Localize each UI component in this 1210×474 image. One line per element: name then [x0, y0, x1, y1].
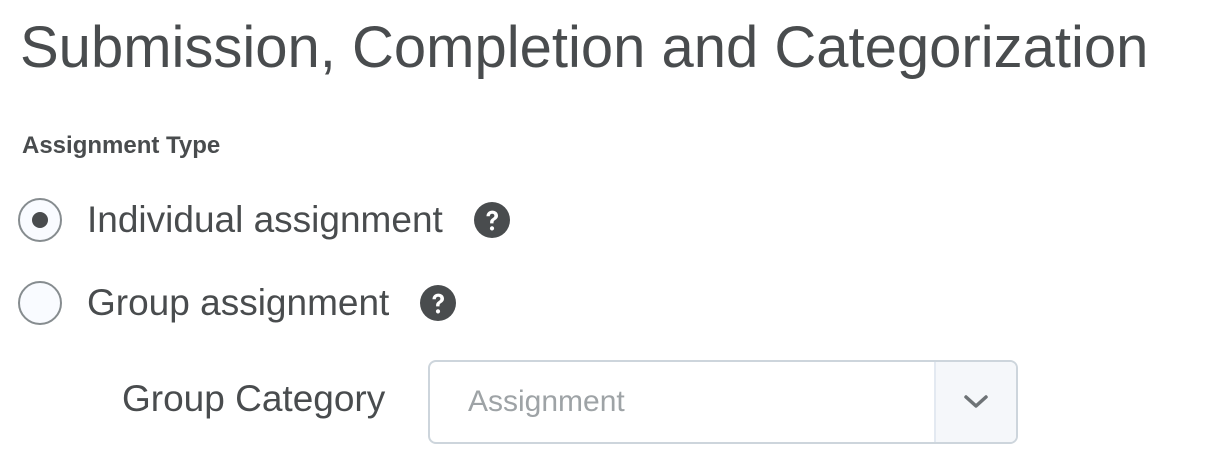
- submission-settings-panel: Submission, Completion and Categorizatio…: [0, 0, 1210, 474]
- group-assignment-label: Group assignment: [87, 282, 390, 323]
- question-circle-icon[interactable]: [419, 284, 457, 322]
- group-category-value: Assignment: [468, 385, 625, 418]
- individual-assignment-option[interactable]: Individual assignment: [18, 198, 511, 242]
- group-assignment-option[interactable]: Group assignment: [18, 281, 457, 325]
- chevron-down-icon: [964, 395, 988, 408]
- individual-assignment-label: Individual assignment: [87, 199, 443, 240]
- radio-selected-dot: [32, 212, 48, 228]
- individual-assignment-radio[interactable]: [18, 198, 62, 242]
- section-title: Submission, Completion and Categorizatio…: [20, 15, 1149, 80]
- group-category-label: Group Category: [122, 378, 386, 419]
- dropdown-toggle[interactable]: [934, 362, 1016, 442]
- assignment-type-label: Assignment Type: [22, 132, 221, 159]
- group-category-select[interactable]: Assignment: [428, 360, 1018, 444]
- group-assignment-radio[interactable]: [18, 281, 62, 325]
- question-circle-icon[interactable]: [473, 201, 511, 239]
